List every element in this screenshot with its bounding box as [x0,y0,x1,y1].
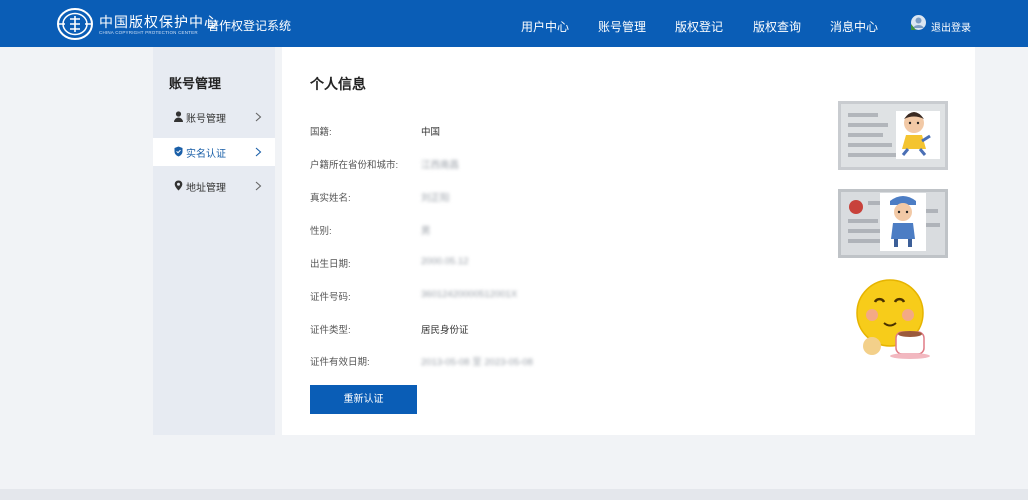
chevron-right-icon [255,181,262,191]
sidebar-item-account[interactable]: 账号管理 [153,103,275,131]
nav-message-center[interactable]: 消息中心 [830,18,878,35]
sidebar-item-address[interactable]: 地址管理 [153,172,275,200]
copyright-center-logo [57,8,93,40]
sidebar-item-label: 实名认证 [186,149,226,160]
real-name-label: 真实姓名: [310,193,351,204]
sidebar-item-label: 地址管理 [186,183,226,194]
nationality-label: 国籍: [310,127,332,138]
reauthenticate-button[interactable]: 重新认证 [310,385,417,414]
gender-label: 性别: [310,226,332,237]
gender-value: 男 [421,226,431,237]
sidebar-item-label: 账号管理 [186,114,226,125]
nav-user-center[interactable]: 用户中心 [521,18,569,35]
id-number-value: 36012420000512001X [421,289,518,300]
birth-date-value: 2000.05.12 [421,256,469,267]
user-avatar-icon[interactable] [911,15,926,30]
brand-name-english: CHINA COPYRIGHT PROTECTION CENTER [99,30,198,35]
nationality-value: 中国 [421,127,441,138]
logout-link[interactable]: 退出登录 [931,19,971,34]
id-validity-label: 证件有效日期: [310,357,370,368]
nav-account-management[interactable]: 账号管理 [598,18,646,35]
nav-copyright-query[interactable]: 版权查询 [753,18,801,35]
nav-copyright-registration[interactable]: 版权登记 [675,18,723,35]
system-name: 著作权登记系统 [207,19,292,33]
user-icon [174,111,183,122]
id-type-label: 证件类型: [310,325,351,336]
chevron-right-icon [255,112,262,122]
personal-info-panel: 个人信息 国籍: 中国 户籍所在省份和城市: 江西南昌 真实姓名: 刘正阳 性别… [282,47,975,435]
location-pin-icon [174,180,183,191]
shield-icon [174,146,183,157]
top-navigation-bar: 中国版权保护中心 CHINA COPYRIGHT PROTECTION CENT… [0,0,1028,47]
household-city-value: 江西南昌 [421,160,460,171]
brand-name: 中国版权保护中心 [99,15,219,31]
id-validity-value: 2013-05-08 至 2023-05-08 [421,357,533,368]
id-card-back-image [838,189,948,258]
id-type-value: 居民身份证 [421,325,469,336]
real-name-value: 刘正阳 [421,193,450,204]
sidebar-title: 账号管理 [169,76,222,91]
chevron-right-icon [255,147,262,157]
id-number-label: 证件号码: [310,292,351,303]
sidebar: 账号管理 账号管理 实名认证 地址管理 [153,47,275,435]
household-city-label: 户籍所在省份和城市: [310,160,399,171]
sidebar-item-real-name-auth[interactable]: 实名认证 [153,138,275,166]
birth-date-label: 出生日期: [310,259,351,270]
id-card-front-image [838,101,948,170]
page-title: 个人信息 [310,76,366,92]
face-photo-image [848,268,936,363]
footer-strip [0,489,1028,500]
